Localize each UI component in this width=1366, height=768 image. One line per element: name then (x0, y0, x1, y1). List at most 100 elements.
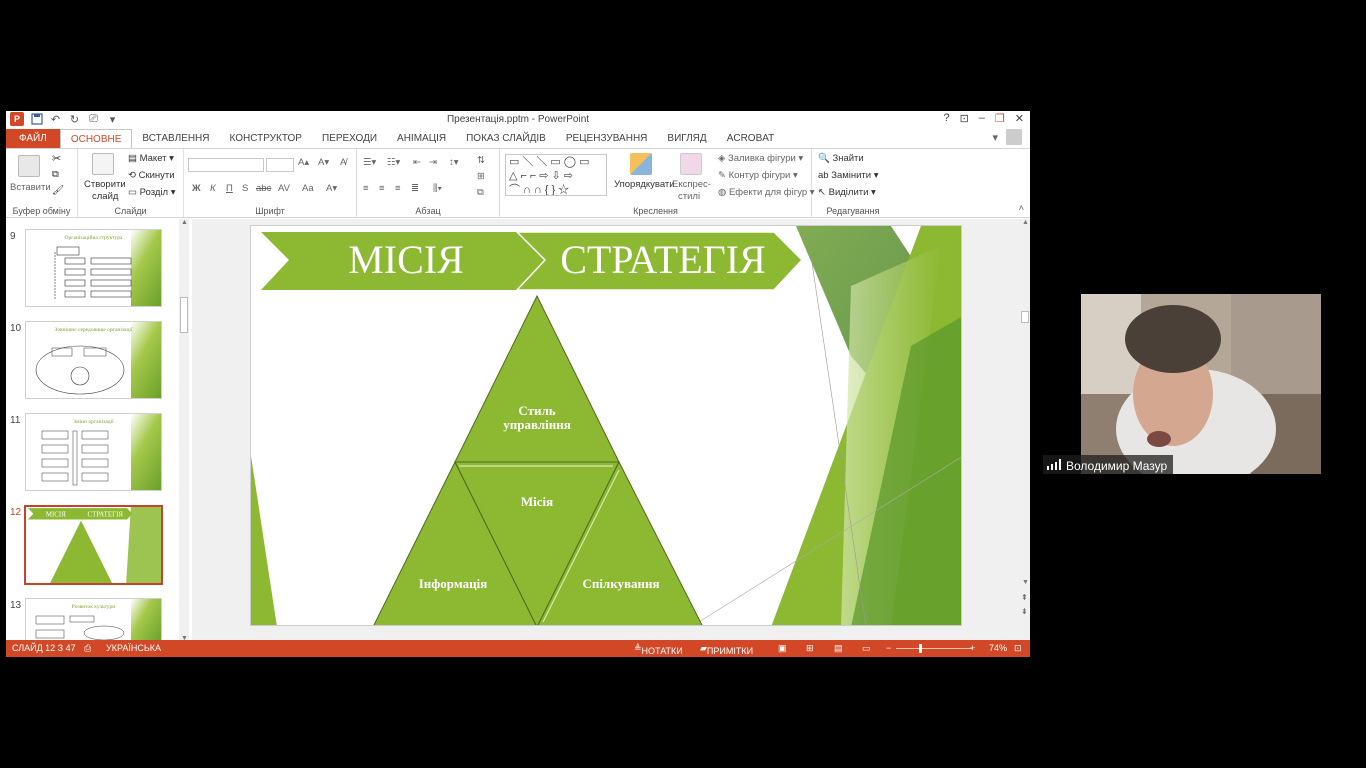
notes-button[interactable]: ≜ НОТАТКИ (634, 643, 683, 656)
slide-thumbnail-9[interactable]: Організаційна структура (25, 229, 162, 307)
quick-styles-button[interactable]: Експрес- (672, 179, 711, 190)
text-direction-icon[interactable]: ⇅ (477, 155, 485, 166)
previous-slide-icon[interactable]: ⇞ (1021, 593, 1028, 602)
shape-fill-button[interactable]: ◈ Заливка фігури ▾ (718, 153, 803, 164)
tab-acrobat[interactable]: ACROBAT (717, 129, 785, 148)
shape-outline-button[interactable]: ✎ Контур фігури ▾ (718, 170, 798, 181)
slide-sorter-icon[interactable]: ⊞ (806, 643, 814, 654)
scroll-up-icon[interactable]: ▲ (1022, 219, 1029, 226)
bullets-icon[interactable]: ☰▾ (363, 157, 376, 168)
collapse-ribbon-icon[interactable]: ˄ (1018, 203, 1024, 214)
tab-transitions[interactable]: ПЕРЕХОДИ (312, 129, 387, 148)
slide-scrollbar[interactable]: ▲ ▼ ⇞ ⇟ (1020, 219, 1030, 642)
arrange-button[interactable]: Упорядкувати (614, 179, 675, 190)
tab-file[interactable]: ФАЙЛ (6, 129, 60, 148)
change-case-icon[interactable]: Aa (302, 183, 314, 194)
find-button[interactable]: 🔍 Знайти (818, 153, 864, 164)
close-button[interactable]: ✕ (1015, 112, 1024, 125)
help-button[interactable]: ? (943, 112, 949, 125)
strikethrough-button[interactable]: abc (256, 183, 271, 194)
zoom-out-button[interactable]: − (886, 643, 891, 653)
participant-name-tag: Володимир Мазур (1043, 455, 1174, 474)
decrease-font-icon[interactable]: A▾ (318, 157, 329, 168)
section-label: Розділ (139, 187, 169, 198)
ribbon-display-icon[interactable]: ⊡ (960, 112, 969, 125)
slide-thumbnail-10[interactable]: Зовнішнє середовище організації (25, 321, 162, 399)
arrange-icon[interactable] (630, 153, 652, 175)
zoom-slider-handle[interactable] (919, 644, 922, 653)
align-text-icon[interactable]: ⊞ (477, 171, 485, 182)
replace-button[interactable]: ab Замінити ▾ (818, 170, 879, 181)
select-button[interactable]: ↖ Виділити ▾ (818, 187, 876, 198)
columns-icon[interactable]: ⫼▾ (433, 183, 442, 194)
copy-icon[interactable]: ⧉ (52, 169, 59, 180)
line-spacing-icon[interactable]: ↕▾ (449, 157, 459, 168)
cut-icon[interactable]: ✂ (52, 152, 61, 165)
underline-button[interactable]: П (226, 183, 233, 194)
paste-icon[interactable] (18, 155, 40, 177)
tab-insert[interactable]: ВСТАВЛЕННЯ (132, 129, 219, 148)
shadow-button[interactable]: S (242, 183, 248, 194)
scroll-thumb[interactable] (180, 297, 188, 333)
zoom-slider[interactable] (896, 648, 972, 649)
shapes-gallery[interactable]: ▭＼＼▭◯▭ △⌐⌐⇨⇩⇨ ⌒∩∩{}☆ (505, 154, 607, 196)
spell-check-icon[interactable]: ⎙ (84, 643, 91, 654)
scroll-down-icon[interactable]: ▼ (1022, 579, 1029, 586)
slide-thumbnail-11[interactable]: Зміни організації (25, 413, 162, 491)
reading-view-icon[interactable]: ▤ (834, 643, 843, 654)
layout-button[interactable]: ▤ Макет ▾ (128, 153, 174, 164)
font-color-icon[interactable]: A▾ (326, 183, 337, 194)
fit-to-window-icon[interactable]: ⊡ (1014, 643, 1022, 654)
new-slide-button[interactable]: Створити (84, 179, 126, 190)
drawing-group-label: Креслення (633, 206, 678, 216)
quick-styles-icon[interactable] (680, 153, 702, 175)
paste-button[interactable]: Вставити (10, 182, 51, 193)
account-avatar[interactable] (1006, 129, 1022, 145)
tab-review[interactable]: РЕЦЕНЗУВАННЯ (556, 129, 658, 148)
restore-button[interactable]: ❐ (995, 112, 1005, 125)
scroll-thumb[interactable] (1021, 311, 1029, 323)
section-button[interactable]: ▭ Розділ ▾ (128, 187, 176, 198)
zoom-in-button[interactable]: + (970, 643, 975, 653)
numbering-icon[interactable]: ☷▾ (387, 157, 400, 168)
account-dropdown-icon[interactable]: ▾ (992, 131, 998, 144)
align-right-icon[interactable]: ≡ (395, 183, 401, 194)
increase-font-icon[interactable]: A▴ (298, 157, 309, 168)
font-family-combo[interactable] (188, 158, 264, 172)
decrease-indent-icon[interactable]: ⇤ (413, 157, 421, 168)
zoom-level[interactable]: 74% (989, 643, 1007, 653)
current-slide[interactable]: МІСІЯ СТРАТЕГІЯ Стиль управління Місія І… (250, 225, 962, 626)
increase-indent-icon[interactable]: ⇥ (429, 157, 437, 168)
tab-slideshow[interactable]: ПОКАЗ СЛАЙДІВ (456, 129, 556, 148)
comments-button[interactable]: ▰ ПРИМІТКИ (700, 643, 753, 656)
slideshow-view-icon[interactable]: ▭ (862, 643, 871, 654)
next-slide-icon[interactable]: ⇟ (1021, 607, 1028, 616)
tab-animations[interactable]: АНІМАЦІЯ (387, 129, 456, 148)
new-slide-button-line2[interactable]: слайд (92, 191, 118, 202)
quick-styles-button-line2[interactable]: стилі (678, 191, 700, 202)
italic-button[interactable]: К (210, 183, 216, 194)
slide-thumbnail-12[interactable]: МІСІЯ СТРАТЕГІЯ (24, 505, 163, 585)
format-painter-icon[interactable]: 🖌 (52, 185, 64, 196)
char-spacing-icon[interactable]: AV (278, 183, 290, 194)
clear-format-icon[interactable]: A̸ (340, 157, 346, 168)
new-slide-icon[interactable] (92, 153, 114, 175)
justify-icon[interactable]: ≣ (411, 183, 419, 194)
scroll-up-icon[interactable]: ▲ (181, 219, 188, 226)
reset-button[interactable]: ⟲ Скинути (128, 170, 175, 181)
shape-effects-button[interactable]: ◍ Ефекти для фігур ▾ (718, 187, 815, 198)
tab-design[interactable]: КОНСТРУКТОР (220, 129, 312, 148)
thumbnail-scrollbar[interactable]: ▲ ▼ (179, 219, 189, 642)
normal-view-icon[interactable]: ▣ (778, 643, 787, 654)
slide-thumbnail-13[interactable]: Розвиток культури (25, 598, 162, 642)
font-size-combo[interactable] (266, 158, 294, 172)
smartart-icon[interactable]: ⧉ (477, 187, 484, 198)
svg-text:МІСІЯ: МІСІЯ (46, 510, 66, 518)
tab-view[interactable]: ВИГЛЯД (657, 129, 716, 148)
align-left-icon[interactable]: ≡ (363, 183, 369, 194)
language-indicator[interactable]: УКРАЇНСЬКА (106, 643, 161, 653)
minimize-button[interactable]: – (979, 112, 985, 125)
align-center-icon[interactable]: ≡ (379, 183, 385, 194)
bold-button[interactable]: Ж (192, 183, 201, 194)
tab-home[interactable]: ОСНОВНЕ (59, 129, 133, 148)
